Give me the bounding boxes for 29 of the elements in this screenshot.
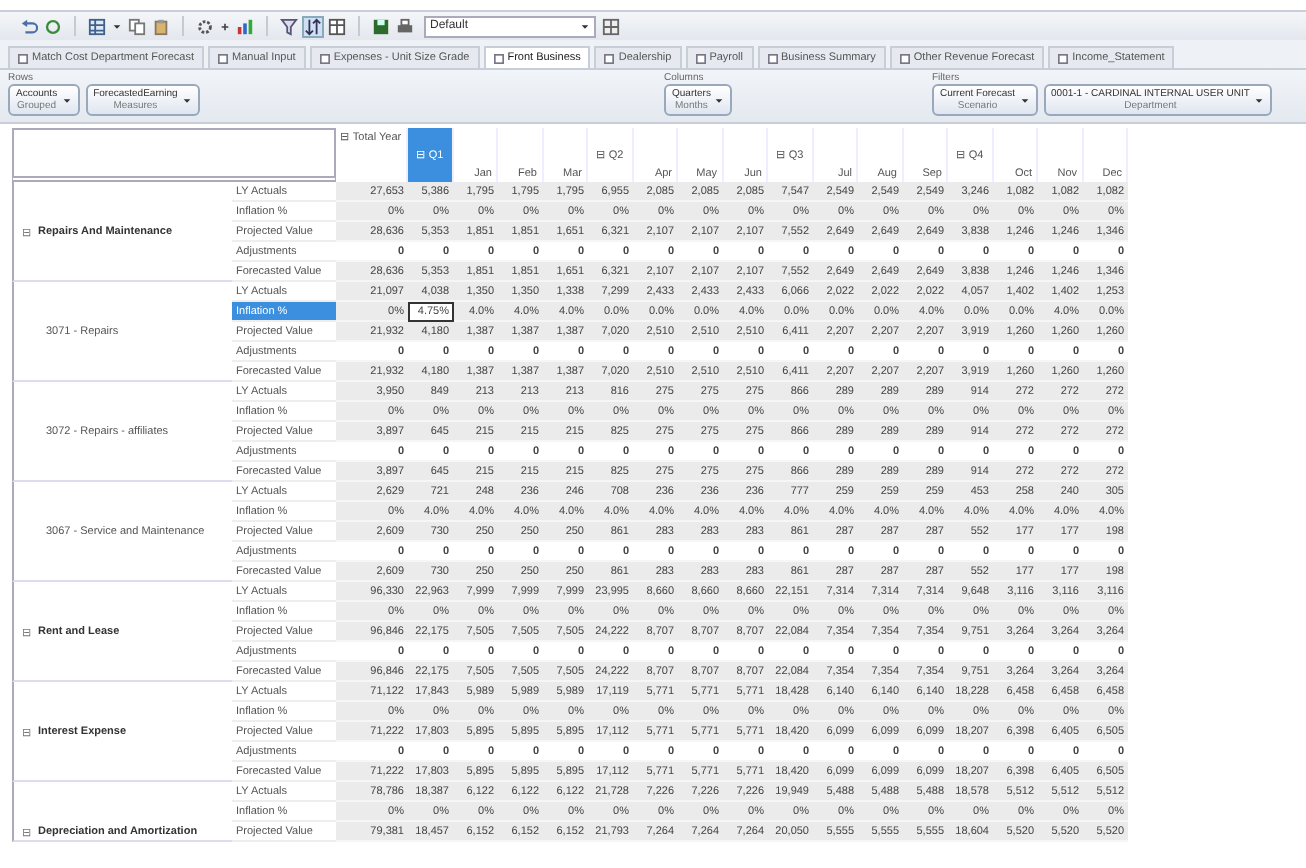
- caret-icon: [181, 95, 192, 105]
- caret-icon: [1019, 95, 1030, 105]
- sheet-icon: [493, 53, 504, 63]
- caret-icon[interactable]: [112, 21, 122, 31]
- plus-icon[interactable]: [220, 21, 230, 31]
- print-icon[interactable]: [396, 17, 414, 35]
- sort-icon[interactable]: [304, 17, 322, 35]
- save-icon[interactable]: [372, 17, 390, 35]
- filter-icon[interactable]: [280, 17, 298, 35]
- chart-icon[interactable]: [236, 17, 254, 35]
- copy-icon[interactable]: [128, 17, 146, 35]
- table-icon[interactable]: [328, 17, 346, 35]
- sheet-icon: [767, 53, 777, 63]
- undo-icon[interactable]: [20, 17, 38, 35]
- grid-icon[interactable]: [602, 17, 620, 35]
- sheet-icon: [1058, 53, 1069, 63]
- caret-icon: [580, 21, 590, 31]
- grid-icon[interactable]: [88, 17, 106, 35]
- caret-icon: [61, 95, 72, 105]
- paste-icon[interactable]: [152, 17, 170, 35]
- caret-icon: [1253, 95, 1264, 105]
- sheet-icon: [18, 53, 28, 63]
- sheet-icon: [604, 53, 615, 63]
- sheet-icon: [218, 53, 229, 63]
- refresh-icon[interactable]: [44, 17, 62, 35]
- sheet-icon: [899, 53, 910, 63]
- sheet-icon: [695, 53, 706, 63]
- caret-icon: [714, 95, 725, 105]
- sheet-icon: [319, 53, 330, 63]
